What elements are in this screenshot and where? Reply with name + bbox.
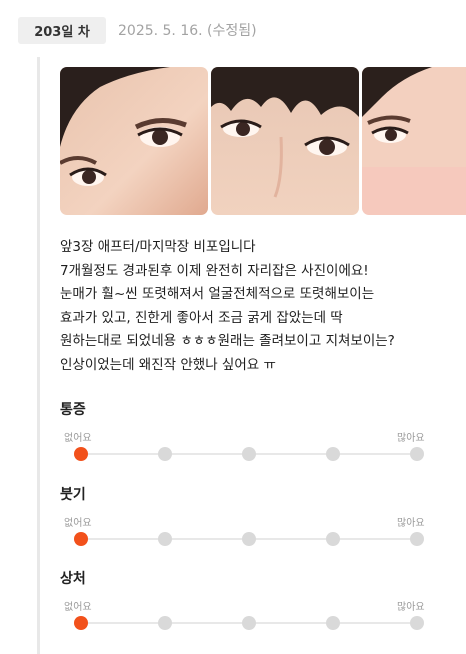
rating-wound: 상처 없어요 많아요 (60, 568, 440, 638)
scale-min-label: 없어요 (64, 433, 92, 444)
rating-dot-4[interactable] (326, 616, 340, 630)
rating-dot-1[interactable] (74, 532, 88, 546)
face-eyes-photo-icon (60, 67, 208, 215)
rating-dot-2[interactable] (158, 447, 172, 461)
rating-dot-1[interactable] (74, 616, 88, 630)
photo-thumbnail-3[interactable] (362, 67, 466, 215)
rating-dot-5[interactable] (410, 447, 424, 461)
rating-dot-3[interactable] (242, 447, 256, 461)
scale-max-label: 많아요 (397, 602, 425, 613)
entry-header: 203일 차 2025. 5. 16. (수정됨) (0, 0, 466, 60)
day-count-badge: 203일 차 (18, 17, 106, 44)
timeline-line (37, 57, 40, 654)
rating-dot-2[interactable] (158, 616, 172, 630)
scale-min-label: 없어요 (64, 518, 92, 529)
post-line: 효과가 있고, 진한게 좋아서 조금 굵게 잡았는데 딱 (60, 309, 343, 326)
face-eyes-photo-icon (211, 67, 359, 215)
rating-title: 통증 (60, 402, 86, 418)
scale-min-label: 없어요 (64, 602, 92, 613)
scale-max-label: 많아요 (397, 433, 425, 444)
post-line: 눈매가 훨~씬 또렷해져서 얼굴전체적으로 또렷해보이는 (60, 286, 375, 302)
post-line: 원하는대로 되었네용 ㅎㅎㅎ원래는 졸려보이고 지쳐보이는? (60, 333, 395, 349)
rating-dot-5[interactable] (410, 532, 424, 546)
photo-thumbnail-1[interactable] (60, 67, 208, 215)
rating-dot-3[interactable] (242, 532, 256, 546)
post-line: 7개월정도 경과된후 이제 완전히 자리잡은 사진이에요! (60, 262, 369, 279)
rating-title: 붓기 (60, 487, 86, 503)
rating-title: 상처 (60, 571, 86, 587)
rating-swelling: 붓기 없어요 많아요 (60, 484, 440, 554)
post-body: 앞3장 애프터/마지막장 비포입니다 7개월정도 경과된후 이제 완전히 자리잡… (60, 236, 450, 377)
photo-thumbnail-2[interactable] (211, 67, 359, 215)
post-line: 앞3장 애프터/마지막장 비포입니다 (60, 239, 256, 255)
post-line: 인상이었는데 왜진작 안했나 싶어요 ㅠ (60, 356, 276, 373)
entry-date: 2025. 5. 16. (수정됨) (118, 23, 257, 39)
rating-dot-4[interactable] (326, 532, 340, 546)
rating-dot-1[interactable] (74, 447, 88, 461)
rating-dot-2[interactable] (158, 532, 172, 546)
scale-max-label: 많아요 (397, 518, 425, 529)
rating-dot-3[interactable] (242, 616, 256, 630)
rating-dot-5[interactable] (410, 616, 424, 630)
rating-dot-4[interactable] (326, 447, 340, 461)
face-eyes-photo-icon (362, 67, 466, 215)
photo-carousel[interactable] (60, 67, 466, 215)
rating-pain: 통증 없어요 많아요 (60, 399, 440, 469)
